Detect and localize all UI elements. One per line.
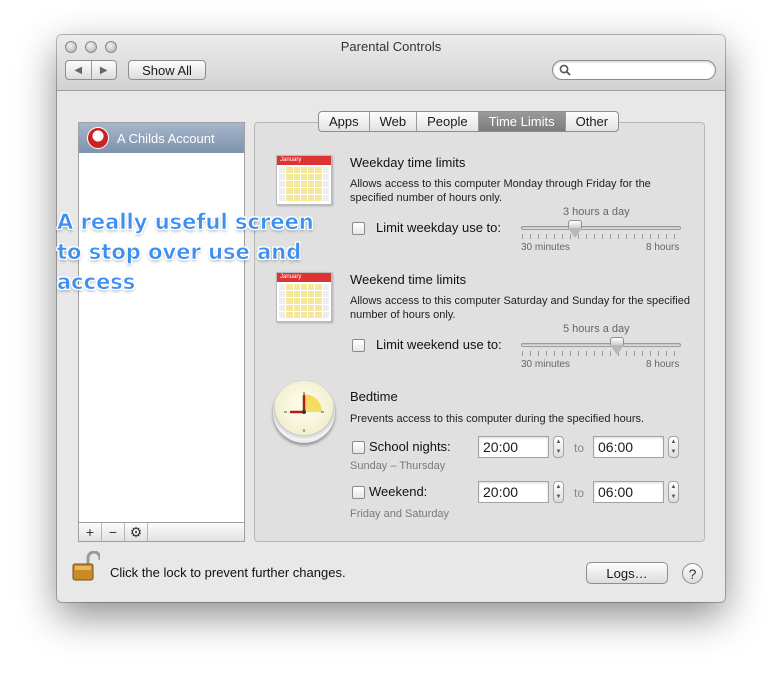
tab-web[interactable]: Web [370, 112, 418, 131]
child-avatar-icon [87, 127, 109, 149]
logs-button[interactable]: Logs… [586, 562, 668, 584]
weekend-slider[interactable] [521, 343, 681, 347]
weekend-max-label: 8 hours [646, 359, 680, 370]
weekend-bedtime-checkbox[interactable] [352, 486, 365, 499]
school-nights-days: Sunday – Thursday [350, 460, 446, 472]
school-nights-to-label: to [574, 441, 585, 455]
weekend-bedtime-label: Weekend: [369, 484, 428, 499]
weekend-to-label: to [574, 486, 585, 500]
school-nights-to-field[interactable]: 06:00 [593, 436, 664, 458]
weekday-min-label: 30 minutes [521, 242, 570, 253]
school-nights-checkbox[interactable] [352, 441, 365, 454]
calendar-month: January [277, 156, 331, 165]
weekend-to-stepper[interactable]: ▲ ▼ [668, 481, 679, 503]
remove-account-button[interactable]: − [102, 523, 125, 541]
weekday-slider-ticks [522, 234, 682, 239]
weekend-min-label: 30 minutes [521, 359, 570, 370]
lock-icon[interactable] [72, 551, 100, 581]
help-button[interactable]: ? [682, 563, 703, 584]
limit-weekday-checkbox[interactable] [352, 222, 365, 235]
tab-other[interactable]: Other [566, 112, 619, 131]
tab-apps[interactable]: Apps [319, 112, 370, 131]
accounts-list[interactable]: A Childs Account [78, 122, 245, 542]
weekend-from-stepper[interactable]: ▲ ▼ [553, 481, 564, 503]
lock-message: Click the lock to prevent further change… [110, 565, 346, 580]
limit-weekend-checkbox[interactable] [352, 339, 365, 352]
tab-time-limits[interactable]: Time Limits [478, 112, 566, 131]
add-account-button[interactable]: + [79, 523, 102, 541]
school-nights-from-field[interactable]: 20:00 [478, 436, 549, 458]
weekend-to-field[interactable]: 06:00 [593, 481, 664, 503]
weekday-slider[interactable] [521, 226, 681, 230]
weekend-slider-thumb[interactable] [609, 337, 624, 355]
school-nights-to-stepper[interactable]: ▲ ▼ [668, 436, 679, 458]
limit-weekend-label: Limit weekend use to: [376, 337, 502, 352]
annotation-text: A really useful screen to stop over use … [57, 210, 314, 295]
tab-people[interactable]: People [417, 112, 479, 131]
weekend-title: Weekend time limits [350, 272, 467, 287]
gear-icon[interactable]: ⚙ [125, 523, 148, 541]
clock-icon [273, 381, 335, 443]
weekend-slider-ticks [522, 351, 682, 356]
limit-weekday-label: Limit weekday use to: [376, 220, 502, 235]
accounts-toolbar: + − ⚙ [78, 522, 245, 542]
school-nights-from-stepper[interactable]: ▲ ▼ [553, 436, 564, 458]
account-name: A Childs Account [117, 130, 215, 146]
school-nights-label: School nights: [369, 439, 451, 454]
bedtime-title: Bedtime [350, 389, 398, 404]
weekend-value-label: 5 hours a day [563, 323, 630, 335]
weekday-calendar-icon: January [276, 155, 332, 205]
weekday-title: Weekday time limits [350, 155, 466, 170]
weekday-description: Allows access to this computer Monday th… [350, 178, 651, 204]
weekend-days: Friday and Saturday [350, 508, 450, 520]
account-row[interactable]: A Childs Account [79, 123, 244, 153]
weekday-value-label: 3 hours a day [563, 206, 630, 218]
bedtime-description: Prevents access to this computer during … [350, 413, 645, 425]
weekday-slider-thumb[interactable] [567, 220, 582, 238]
weekend-description: Allows access to this computer Saturday … [350, 295, 690, 321]
weekday-max-label: 8 hours [646, 242, 680, 253]
weekend-from-field[interactable]: 20:00 [478, 481, 549, 503]
tab-bar: Apps Web People Time Limits Other [318, 111, 620, 132]
calendar-grid [277, 165, 331, 203]
